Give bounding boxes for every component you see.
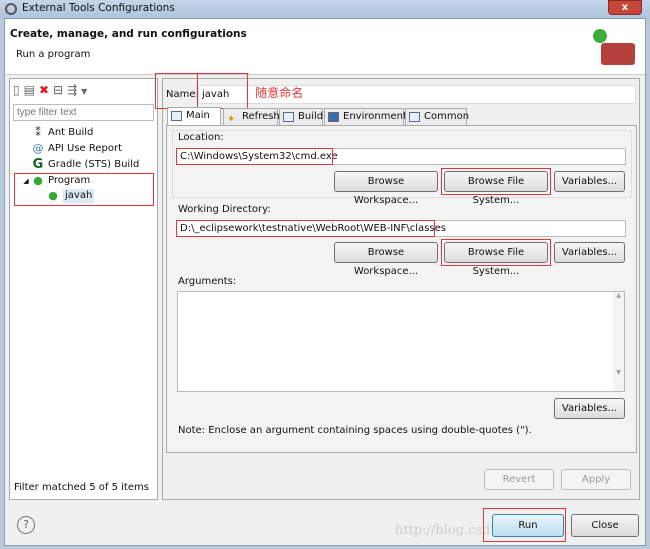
highlight-box (441, 168, 551, 195)
api-report-icon: @ (32, 142, 44, 155)
title-bar: External Tools Configurations x (0, 0, 650, 18)
build-icon (283, 112, 294, 122)
header-title: Create, manage, and run configurations (10, 28, 247, 40)
browse-workspace-button[interactable]: Browse Workspace... (334, 171, 438, 206)
revert-button[interactable]: Revert (484, 469, 554, 490)
arguments-variables-button[interactable]: Variables... (554, 398, 625, 419)
tab-label: Build (298, 111, 324, 122)
tab-refresh[interactable]: ✦ Refresh (223, 108, 280, 125)
toolbox-icon (601, 43, 635, 65)
apply-button[interactable]: Apply (561, 469, 631, 490)
common-icon (409, 112, 420, 122)
arguments-scrollbar[interactable]: ▲ ▼ (613, 292, 624, 391)
filter-input[interactable] (13, 104, 154, 121)
annotation-text: 随意命名 (255, 86, 304, 100)
location-variables-button[interactable]: Variables... (554, 171, 625, 192)
highlight-box (176, 220, 435, 237)
tab-common[interactable]: Common (405, 108, 470, 125)
dialog-header: Create, manage, and run configurations R… (5, 19, 645, 75)
ant-icon: ⁑ (35, 126, 41, 139)
eclipse-icon (5, 3, 17, 15)
workdir-browse-workspace-button[interactable]: Browse Workspace... (334, 242, 438, 277)
highlight-box (176, 148, 333, 165)
filter-icon[interactable]: ⇶ (67, 83, 81, 97)
main-tab-icon (171, 111, 182, 121)
tree-item-ant-build[interactable]: ⁑ Ant Build (35, 126, 94, 140)
header-subtitle: Run a program (16, 49, 91, 60)
filter-status: Filter matched 5 of 5 items (14, 482, 149, 493)
tree-item-label: Gradle (STS) Build (48, 159, 140, 170)
highlight-box (14, 173, 154, 206)
collapse-all-icon[interactable]: ⊟ (53, 83, 67, 97)
tab-main[interactable]: Main (167, 107, 221, 125)
tree-toolbar: ▯▤✖⊟⇶▼ (13, 83, 91, 97)
tab-build[interactable]: Build (279, 108, 323, 125)
chevron-down-icon[interactable]: ▼ (81, 87, 91, 96)
tab-environment[interactable]: Environment (324, 108, 407, 125)
arguments-textarea[interactable] (177, 291, 625, 392)
environment-icon (328, 112, 339, 122)
tree-item-label: API Use Report (48, 143, 123, 154)
highlight-box (441, 239, 551, 266)
help-icon[interactable]: ? (17, 516, 35, 534)
tab-label: Main (186, 110, 210, 121)
highlight-box (483, 508, 566, 542)
close-button[interactable]: Close (571, 514, 639, 537)
arguments-label: Arguments: (178, 276, 237, 287)
window-close-button[interactable]: x (608, 0, 642, 15)
tree-item-gradle[interactable]: G Gradle (STS) Build (33, 158, 140, 172)
quote-note: Note: Enclose an argument containing spa… (178, 425, 532, 436)
tab-label: Environment (343, 111, 407, 122)
refresh-icon: ✦ (227, 114, 236, 125)
highlight-box (155, 73, 248, 109)
run-badge-icon (593, 29, 607, 43)
tab-label: Common (424, 111, 470, 122)
gradle-icon: G (32, 157, 44, 172)
duplicate-icon[interactable]: ▤ (24, 83, 39, 97)
window-title: External Tools Configurations (22, 2, 175, 14)
tab-label: Refresh (242, 111, 280, 122)
delete-icon[interactable]: ✖ (39, 83, 53, 97)
new-config-icon[interactable]: ▯ (13, 83, 24, 97)
tree-item-api-use-report[interactable]: @ API Use Report (33, 142, 123, 156)
tree-item-label: Ant Build (48, 127, 94, 138)
name-input[interactable]: javah 随意命名 (198, 85, 636, 104)
workdir-variables-button[interactable]: Variables... (554, 242, 625, 263)
location-label: Location: (178, 132, 224, 143)
workdir-label: Working Directory: (178, 204, 271, 215)
